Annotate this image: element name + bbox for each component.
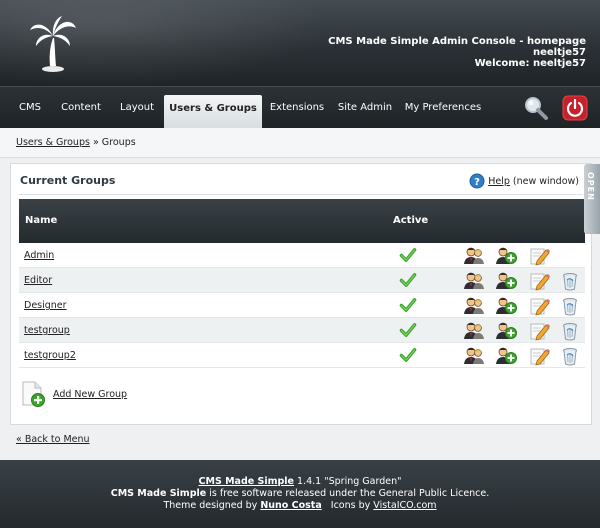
add-group-area: Add New Group [21, 381, 127, 407]
group-members-icon[interactable] [463, 346, 485, 365]
table-header: Name Active [19, 199, 585, 243]
edit-icon[interactable] [529, 246, 551, 266]
group-name-link[interactable]: testgroup [24, 325, 70, 336]
nav-item-site-admin[interactable]: Site Admin [334, 87, 396, 129]
active-check-icon [399, 273, 417, 287]
active-check-icon [399, 298, 417, 312]
power-icon[interactable] [562, 95, 588, 121]
edit-icon[interactable] [529, 346, 551, 366]
back-to-menu-link[interactable]: « Back to Menu [16, 434, 90, 445]
footer-licence-text: is free software released under the Gene… [209, 488, 490, 499]
nav-item-my-preferences[interactable]: My Preferences [402, 87, 484, 129]
group-members-icon[interactable] [463, 246, 485, 265]
table-row: testgroup [19, 318, 585, 343]
delete-icon[interactable] [559, 296, 581, 316]
edit-icon[interactable] [529, 321, 551, 341]
group-name-link[interactable]: Designer [24, 300, 67, 311]
column-header-name: Name [25, 215, 58, 226]
delete-icon[interactable] [559, 346, 581, 366]
header-info: CMS Made Simple Admin Console - homepage… [328, 36, 586, 69]
open-tab-label: OPEN [586, 172, 595, 201]
table-body: Admin Editor Designer testgroup testgroup2 [19, 243, 585, 368]
breadcrumb-current: Groups [101, 137, 136, 148]
column-header-active: Active [393, 215, 429, 226]
footer-theme-prefix: Theme designed by [163, 500, 258, 511]
footer-icons-prefix: Icons by [330, 500, 371, 511]
add-user-icon[interactable] [495, 246, 517, 265]
svg-text:?: ? [474, 177, 480, 188]
group-name-link[interactable]: Editor [24, 275, 52, 286]
footer: CMS Made Simple 1.4.1 "Spring Garden" CM… [0, 460, 600, 528]
nav-item-cms[interactable]: CMS [10, 87, 50, 129]
delete-icon[interactable] [559, 271, 581, 291]
welcome-text: Welcome: neeltje57 [474, 58, 586, 69]
footer-icons-link[interactable]: VistaICO.com [373, 500, 436, 511]
header-username: neeltje57 [532, 47, 586, 58]
group-members-icon[interactable] [463, 321, 485, 340]
panel-title: Current Groups [20, 174, 116, 187]
group-name-link[interactable]: Admin [24, 250, 54, 261]
footer-licence-brand: CMS Made Simple [110, 488, 207, 499]
group-name-link[interactable]: testgroup2 [24, 350, 76, 361]
table-row: Admin [19, 243, 585, 268]
footer-version: 1.4.1 "Spring Garden" [297, 476, 402, 487]
group-members-icon[interactable] [463, 271, 485, 290]
console-title: CMS Made Simple Admin Console - homepage [328, 36, 586, 47]
breadcrumb: Users & Groups » Groups [0, 128, 600, 158]
help-link[interactable]: Help [488, 176, 510, 187]
nav-item-extensions[interactable]: Extensions [266, 87, 328, 129]
add-user-icon[interactable] [495, 296, 517, 315]
delete-icon[interactable] [559, 321, 581, 341]
table-row: Editor [19, 268, 585, 293]
add-user-icon[interactable] [495, 321, 517, 340]
groups-table: Name Active Admin Editor Designer testgroup… [19, 199, 585, 368]
add-group-link[interactable]: Add New Group [53, 389, 127, 400]
help-suffix: (new window) [512, 175, 579, 187]
group-members-icon[interactable] [463, 296, 485, 315]
breadcrumb-link-users-groups[interactable]: Users & Groups [16, 137, 90, 148]
edit-icon[interactable] [529, 271, 551, 291]
groups-panel: Current Groups ? Help (new window) Name … [10, 163, 592, 425]
active-check-icon [399, 323, 417, 337]
header: CMS Made Simple Admin Console - homepage… [0, 0, 600, 86]
add-user-icon[interactable] [495, 271, 517, 290]
help-area: ? Help (new window) [469, 173, 579, 189]
magnifier-icon[interactable] [522, 95, 550, 121]
help-icon[interactable]: ? [469, 173, 485, 189]
back-area: « Back to Menu [16, 434, 90, 445]
add-user-icon[interactable] [495, 346, 517, 365]
table-row: Designer [19, 293, 585, 318]
nav-item-content[interactable]: Content [54, 87, 108, 129]
footer-cms-link[interactable]: CMS Made Simple [199, 476, 295, 487]
active-check-icon [399, 348, 417, 362]
open-sidebar-tab[interactable]: OPEN [584, 164, 600, 234]
add-document-icon[interactable] [21, 381, 45, 407]
palm-tree-logo [30, 16, 76, 72]
table-row: testgroup2 [19, 343, 585, 368]
nav-item-layout[interactable]: Layout [112, 87, 162, 129]
divider [19, 194, 583, 195]
breadcrumb-separator: » [92, 137, 99, 148]
footer-theme-author-link[interactable]: Nuno Costa [260, 500, 321, 511]
active-check-icon [399, 248, 417, 262]
main-nav: CMS Content Layout Users & Groups Extens… [0, 86, 600, 138]
edit-icon[interactable] [529, 296, 551, 316]
